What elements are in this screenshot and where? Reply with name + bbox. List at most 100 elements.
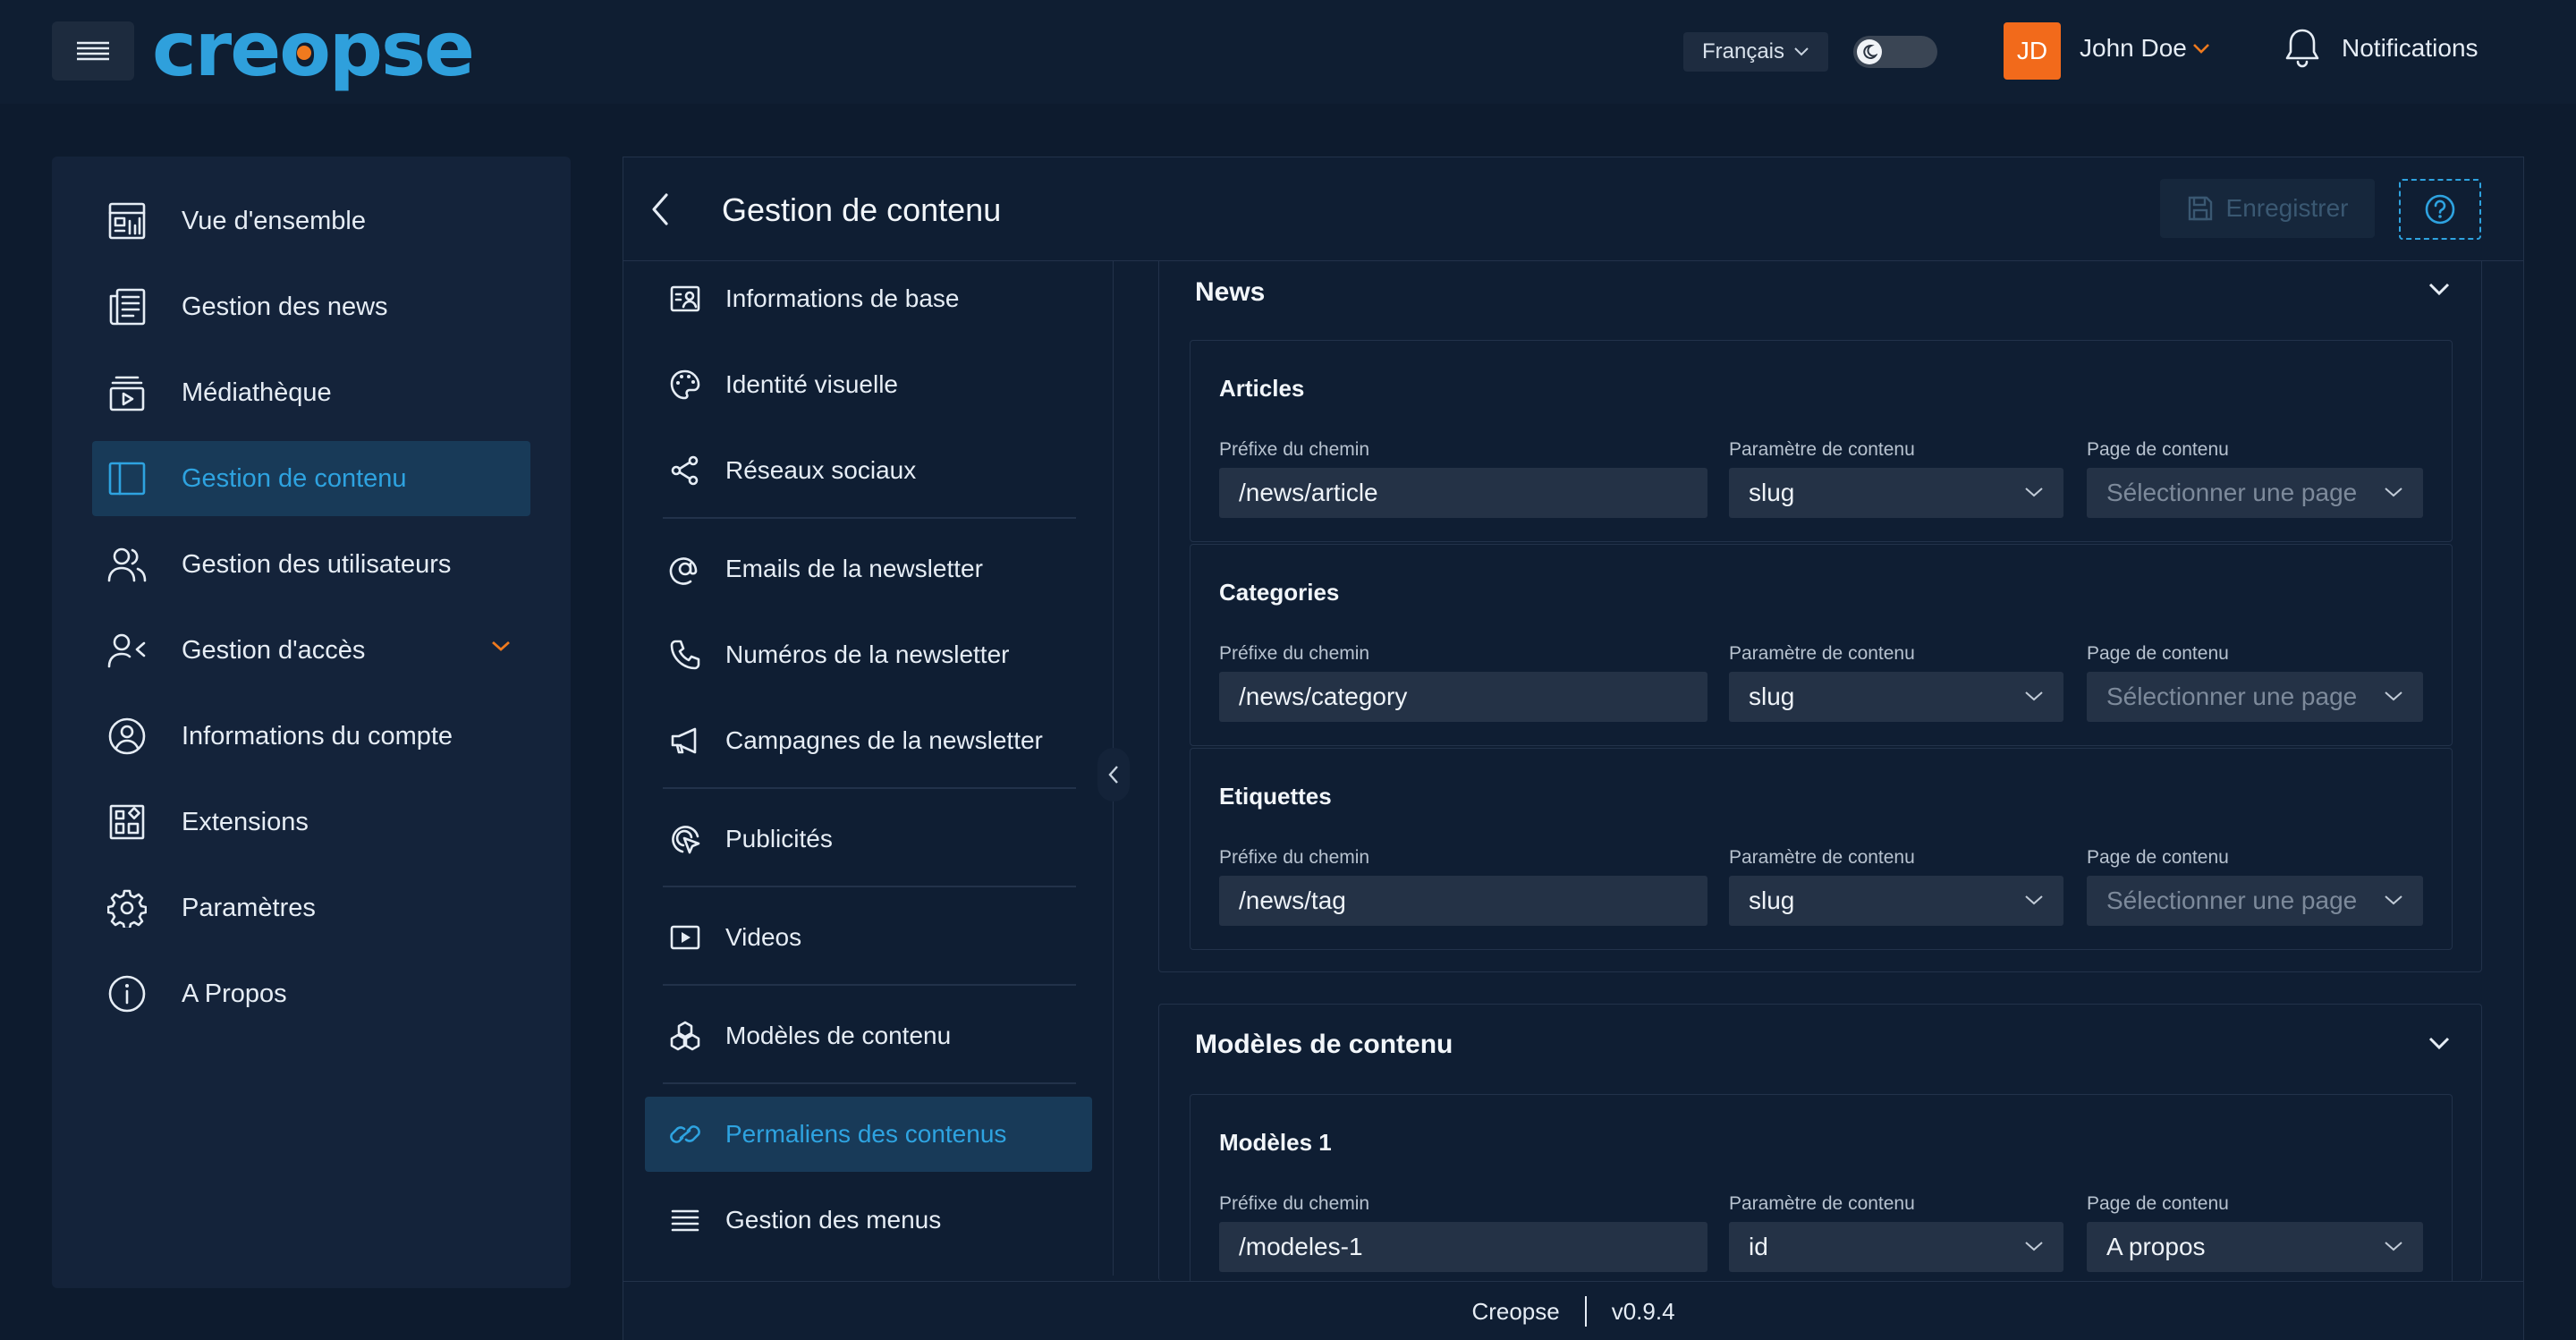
subnav-item-label: Permaliens des contenus (725, 1120, 1007, 1148)
sidebar-item-account-info[interactable]: Informations du compte (92, 699, 530, 774)
permalink-card-articles: Articles Préfixe du chemin Paramètre de … (1190, 340, 2453, 542)
sidebar-item-overview[interactable]: Vue d'ensemble (92, 183, 530, 259)
content-param-label: Paramètre de contenu (1729, 439, 1915, 460)
sidebar-item-label: Gestion des news (182, 292, 388, 321)
content-param-select[interactable]: slug (1729, 876, 2063, 926)
subnav-item-content-models[interactable]: Modèles de contenu (645, 998, 1092, 1073)
subnav-item-newsletter-numbers[interactable]: Numéros de la newsletter (645, 617, 1092, 692)
content-page-select[interactable]: Sélectionner une page (2087, 672, 2423, 722)
subnav-item-videos[interactable]: Videos (645, 900, 1092, 975)
section-title: News (1195, 277, 1266, 307)
bell-icon (2285, 29, 2319, 68)
top-bar: creopse Français JD John Doe Notificatio… (0, 0, 2576, 104)
share-icon (666, 452, 704, 489)
input-value: /news/article (1239, 479, 1378, 506)
permalink-card-model-1: Modèles 1 Préfixe du chemin Paramètre de… (1190, 1094, 2453, 1281)
path-prefix-input[interactable]: /news/article (1219, 468, 1707, 518)
sidebar-item-news[interactable]: Gestion des news (92, 269, 530, 344)
content-param-select[interactable]: slug (1729, 672, 2063, 722)
sidebar-item-settings[interactable]: Paramètres (92, 870, 530, 946)
hamburger-menu-button[interactable] (52, 21, 134, 81)
subnav-item-content-permalinks[interactable]: Permaliens des contenus (645, 1097, 1092, 1172)
subnav-item-label: Gestion des menus (725, 1206, 942, 1234)
sidebar-item-media-library[interactable]: Médiathèque (92, 355, 530, 430)
path-prefix-input[interactable]: /modeles-1 (1219, 1222, 1707, 1272)
subnav-item-label: Modèles de contenu (725, 1022, 952, 1049)
chevron-down-icon (2192, 44, 2209, 54)
footer-version: v0.9.4 (1611, 1297, 1675, 1325)
subnav-item-ads[interactable]: Publicités (645, 801, 1092, 877)
card-title: Categories (1219, 579, 1340, 606)
language-select[interactable]: Français (1683, 32, 1828, 72)
avatar[interactable]: JD (2004, 22, 2061, 80)
subnav-item-label: Campagnes de la newsletter (725, 726, 1043, 754)
content-page-select[interactable]: Sélectionner une page (2087, 468, 2423, 518)
chevron-down-icon (2025, 895, 2043, 905)
chevron-down-icon[interactable] (2428, 1035, 2451, 1051)
card-title: Etiquettes (1219, 783, 1332, 810)
subnav-item-label: Publicités (725, 825, 833, 852)
select-value: Sélectionner une page (2106, 886, 2358, 914)
creopse-logo[interactable]: creopse (152, 5, 475, 93)
page-header: Gestion de contenu Enregistrer (623, 157, 2523, 261)
notifications-button[interactable]: Notifications (2283, 27, 2479, 70)
sidebar-item-access-management[interactable]: Gestion d'accès (92, 613, 530, 688)
content-param-select[interactable]: slug (1729, 468, 2063, 518)
chevron-down-icon (2025, 488, 2043, 497)
select-value: slug (1749, 479, 1795, 506)
path-prefix-input[interactable]: /news/category (1219, 672, 1707, 722)
back-button[interactable] (645, 190, 675, 229)
sidebar-item-users[interactable]: Gestion des utilisateurs (92, 527, 530, 602)
subnav-item-label: Informations de base (725, 284, 960, 312)
subnav-divider (663, 886, 1076, 887)
info-icon (103, 970, 151, 1018)
input-value: /modeles-1 (1239, 1233, 1363, 1260)
sidebar-item-about[interactable]: A Propos (92, 956, 530, 1031)
sidebar-item-label: Vue d'ensemble (182, 206, 366, 235)
content-param-select[interactable]: id (1729, 1222, 2063, 1272)
subnav-item-visual-identity[interactable]: Identité visuelle (645, 347, 1092, 422)
logo-text-end: pse (328, 5, 475, 93)
megaphone-icon (666, 722, 704, 759)
id-card-icon (666, 280, 704, 318)
chevron-down-icon (2025, 691, 2043, 701)
help-button[interactable] (2399, 179, 2481, 240)
chevron-down-icon[interactable] (2428, 281, 2451, 297)
user-circle-icon (103, 712, 151, 760)
phone-icon (666, 636, 704, 674)
content-page-select[interactable]: Sélectionner une page (2087, 876, 2423, 926)
user-menu[interactable]: John Doe (2080, 34, 2210, 63)
select-value: id (1749, 1233, 1768, 1260)
sidebar-item-label: Médiathèque (182, 377, 332, 407)
collapse-subnav-button[interactable] (1097, 748, 1130, 801)
path-prefix-input[interactable]: /news/tag (1219, 876, 1707, 926)
extensions-icon (103, 798, 151, 846)
subnav-item-basic-info[interactable]: Informations de base (645, 261, 1092, 336)
theme-toggle[interactable] (1853, 36, 1937, 68)
subnav-item-menu-management[interactable]: Gestion des menus (645, 1183, 1092, 1258)
question-circle-icon (2425, 194, 2455, 225)
content-page-select[interactable]: A propos (2087, 1222, 2423, 1272)
save-button[interactable]: Enregistrer (2160, 179, 2375, 238)
subnav-divider (663, 517, 1076, 519)
subnav-item-newsletter-campaigns[interactable]: Campagnes de la newsletter (645, 703, 1092, 778)
theme-toggle-knob (1857, 39, 1882, 64)
card-title: Articles (1219, 375, 1305, 402)
sidebar-item-content-management[interactable]: Gestion de contenu (92, 441, 530, 516)
content-param-label: Paramètre de contenu (1729, 847, 1915, 868)
chevron-down-icon (1794, 47, 1809, 56)
content-param-label: Paramètre de contenu (1729, 1193, 1915, 1214)
video-icon (666, 919, 704, 956)
chevron-down-icon[interactable] (491, 640, 511, 652)
subnav-item-newsletter-emails[interactable]: Emails de la newsletter (645, 531, 1092, 606)
sidebar-item-label: Gestion des utilisateurs (182, 549, 452, 579)
chevron-down-icon (2025, 1242, 2043, 1251)
save-label: Enregistrer (2225, 194, 2349, 222)
subnav-item-social-networks[interactable]: Réseaux sociaux (645, 433, 1092, 508)
user-access-icon (103, 626, 151, 674)
sidebar-item-label: Extensions (182, 807, 309, 836)
content-param-label: Paramètre de contenu (1729, 643, 1915, 664)
sidebar-item-label: Informations du compte (182, 721, 453, 751)
input-value: /news/tag (1239, 886, 1346, 914)
sidebar-item-extensions[interactable]: Extensions (92, 784, 530, 860)
